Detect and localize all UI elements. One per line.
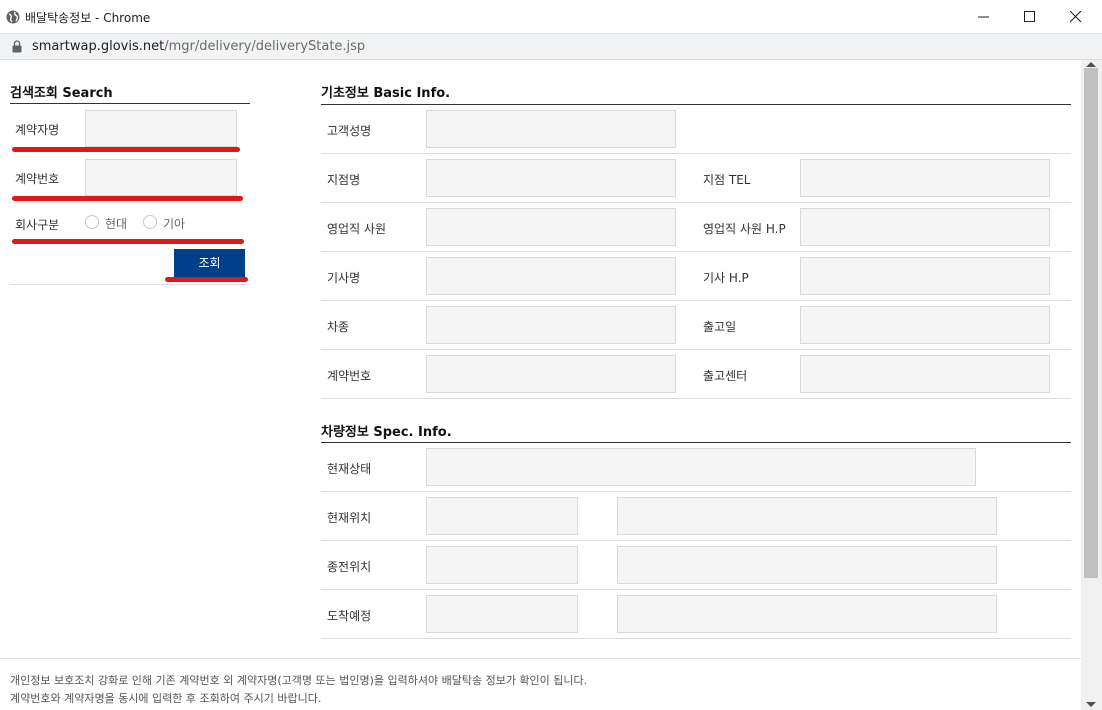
minimize-icon — [978, 16, 989, 18]
basic-title-divider — [321, 104, 1071, 105]
notice-divider — [0, 658, 1081, 659]
driver-hp-field — [800, 257, 1050, 295]
spec-title-divider — [321, 442, 1071, 443]
previous-location-field-2 — [617, 546, 997, 584]
search-title-divider — [10, 103, 250, 104]
maximize-button[interactable] — [1007, 0, 1053, 33]
basic-info-title: 기초정보 Basic Info. — [321, 86, 451, 101]
sales-staff-hp-label: 영업직 사원 H.P — [703, 222, 786, 236]
maximize-icon — [1024, 11, 1035, 22]
release-center-label: 출고센터 — [703, 369, 748, 383]
radio-kia-label: 기아 — [163, 217, 186, 231]
row-divider — [321, 202, 1071, 203]
row-divider — [321, 491, 1071, 492]
current-status-label: 현재상태 — [327, 462, 372, 476]
driver-hp-label: 기사 H.P — [703, 271, 749, 285]
car-model-field — [426, 306, 676, 344]
previous-location-label: 종전위치 — [327, 560, 372, 574]
arrival-eta-field-2 — [617, 595, 997, 633]
release-date-field — [800, 306, 1050, 344]
customer-name-field — [426, 110, 676, 148]
contract-no-info-field — [426, 355, 676, 393]
search-button[interactable]: 조회 — [174, 249, 245, 278]
vertical-scrollbar[interactable] — [1081, 60, 1102, 710]
globe-icon — [6, 10, 20, 24]
branch-tel-field — [800, 159, 1050, 197]
contract-name-input[interactable] — [85, 110, 237, 147]
row-divider — [321, 300, 1071, 301]
sales-staff-hp-field — [800, 208, 1050, 246]
driver-name-field — [426, 257, 676, 295]
company-label: 회사구분 — [15, 218, 60, 232]
notice-line-2: 계약번호와 계약자명을 동시에 입력한 후 조회하여 주시기 바랍니다. — [10, 692, 322, 705]
arrival-eta-field-1 — [426, 595, 578, 633]
annotation-underline — [12, 147, 240, 152]
annotation-underline — [12, 239, 244, 244]
car-model-label: 차종 — [327, 320, 350, 334]
row-divider — [321, 349, 1071, 350]
search-section-title: 검색조회 Search — [10, 86, 113, 101]
close-button[interactable] — [1053, 0, 1099, 33]
url-host: smartwap.glovis.net — [32, 39, 165, 54]
minimize-button[interactable] — [961, 0, 1007, 33]
current-location-field-1 — [426, 497, 578, 535]
radio-hyundai-label: 현대 — [105, 217, 128, 231]
contract-no-label: 계약번호 — [15, 172, 60, 186]
page-content: 검색조회 Search 계약자명 계약번호 회사구분 현대 기아 조회 기초정보… — [0, 60, 1102, 710]
annotation-underline — [165, 277, 248, 282]
branch-name-field — [426, 159, 676, 197]
row-divider — [321, 540, 1071, 541]
radio-kia[interactable] — [143, 215, 157, 229]
current-location-label: 현재위치 — [327, 511, 372, 525]
notice-line-1: 개인정보 보호조치 강화로 인해 기존 계약번호 외 계약자명(고객명 또는 법… — [10, 674, 588, 687]
url-path: /mgr/delivery/deliveryState.jsp — [164, 39, 366, 54]
radio-hyundai[interactable] — [85, 215, 99, 229]
driver-name-label: 기사명 — [327, 271, 361, 285]
customer-name-label: 고객성명 — [327, 124, 372, 138]
row-divider — [321, 638, 1071, 639]
row-divider — [321, 153, 1071, 154]
url-text: smartwap.glovis.net/mgr/delivery/deliver… — [32, 39, 365, 54]
spec-info-title: 차량정보 Spec. Info. — [321, 425, 452, 440]
current-location-field-2 — [617, 497, 997, 535]
contract-no-input[interactable] — [85, 159, 237, 196]
row-divider — [321, 398, 1071, 399]
scroll-down-arrow-icon[interactable] — [1086, 702, 1096, 707]
annotation-underline — [12, 196, 243, 201]
sales-staff-label: 영업직 사원 — [327, 222, 387, 236]
window-title: 배달탁송정보 - Chrome — [25, 11, 151, 25]
contract-name-label: 계약자명 — [15, 123, 60, 137]
lock-icon — [12, 40, 22, 53]
previous-location-field-1 — [426, 546, 578, 584]
window-titlebar: 배달탁송정보 - Chrome — [0, 0, 1102, 34]
branch-tel-label: 지점 TEL — [703, 173, 751, 187]
row-divider — [321, 251, 1071, 252]
sales-staff-field — [426, 208, 676, 246]
current-status-field — [426, 448, 976, 486]
address-bar[interactable]: smartwap.glovis.net/mgr/delivery/deliver… — [0, 34, 1102, 60]
release-center-field — [800, 355, 1050, 393]
branch-name-label: 지점명 — [327, 173, 361, 187]
search-bottom-divider — [10, 284, 250, 285]
row-divider — [321, 589, 1071, 590]
arrival-eta-label: 도착예정 — [327, 609, 372, 623]
release-date-label: 출고일 — [703, 320, 737, 334]
scroll-thumb[interactable] — [1084, 68, 1098, 578]
contract-no-info-label: 계약번호 — [327, 369, 372, 383]
scroll-up-arrow-icon[interactable] — [1086, 62, 1096, 67]
close-icon — [1070, 11, 1082, 23]
